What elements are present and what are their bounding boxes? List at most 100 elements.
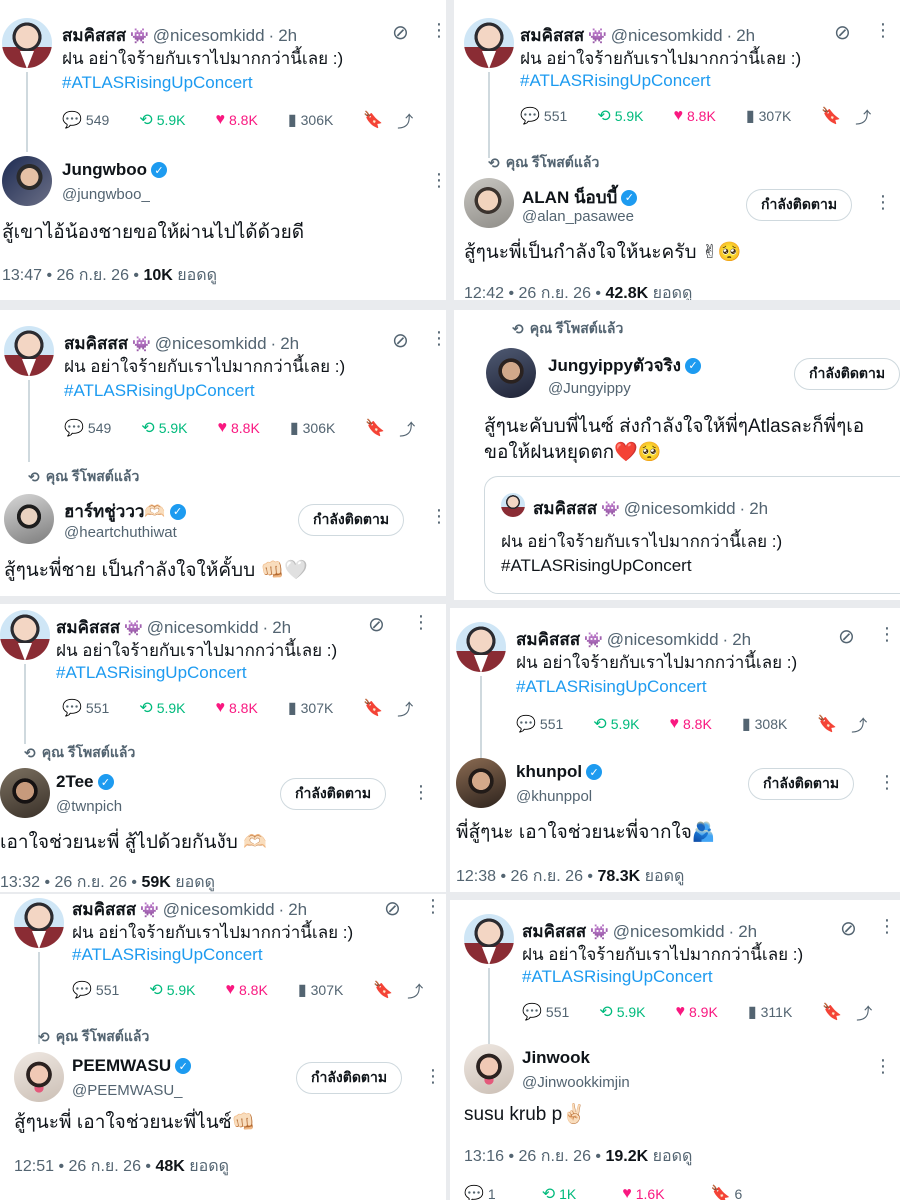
avatar[interactable]: [0, 768, 50, 818]
more-icon[interactable]: ⋮: [874, 192, 892, 213]
views-button[interactable]: ▮ 307K: [288, 698, 334, 718]
grok-icon[interactable]: ⊘: [834, 20, 851, 45]
more-icon[interactable]: ⋮: [878, 772, 896, 793]
share-button[interactable]: ⤴: [855, 104, 871, 128]
repost-button[interactable]: ⟲ 5.9K: [599, 1002, 645, 1022]
following-button[interactable]: กำลังติดตาม: [794, 358, 900, 390]
like-button[interactable]: ♥ 8.8K: [670, 715, 712, 733]
like-button[interactable]: ♥ 8.8K: [216, 111, 258, 129]
hashtag-link[interactable]: #ATLASRisingUpConcert: [72, 944, 263, 966]
author-name[interactable]: Jungwboo ✓: [62, 160, 167, 180]
share-button[interactable]: ⤴: [397, 108, 413, 132]
share-button[interactable]: ⤴: [856, 1000, 872, 1024]
more-icon[interactable]: ⋮: [878, 916, 896, 937]
hashtag-link[interactable]: #ATLASRisingUpConcert: [520, 70, 711, 92]
following-button[interactable]: กำลังติดตาม: [748, 768, 855, 800]
hashtag-link[interactable]: #ATLASRisingUpConcert: [64, 380, 255, 402]
views-button[interactable]: ▮ 307K: [298, 980, 344, 1000]
author-handle[interactable]: @Jungyippy: [548, 380, 631, 397]
author-name[interactable]: สมคิสสส 👾 @nicesomkidd · 2h: [72, 896, 307, 923]
bookmark-button[interactable]: 🔖: [363, 698, 383, 718]
views-button[interactable]: ▮ 311K: [748, 1002, 792, 1022]
like-button[interactable]: ♥ 8.9K: [676, 1003, 718, 1021]
more-icon[interactable]: ⋮: [424, 896, 442, 917]
hashtag-link[interactable]: #ATLASRisingUpConcert: [516, 676, 707, 698]
following-button[interactable]: กำลังติดตาม: [280, 778, 387, 810]
author-handle[interactable]: @alan_pasawee: [522, 208, 634, 225]
repost-button[interactable]: ⟲ 5.9K: [593, 714, 639, 734]
more-icon[interactable]: ⋮: [412, 782, 430, 803]
author-handle[interactable]: @heartchuthiwat: [64, 524, 177, 541]
author-name[interactable]: ALAN น็อบบี้ ✓: [522, 184, 638, 211]
more-icon[interactable]: ⋮: [430, 328, 446, 349]
author-handle[interactable]: @Jinwookkimjin: [522, 1074, 630, 1091]
share-button[interactable]: ⤴: [399, 416, 415, 440]
views-button[interactable]: ▮ 308K: [742, 714, 788, 734]
author-handle[interactable]: @jungwboo_: [62, 186, 150, 203]
repost-button[interactable]: ⟲ 5.9K: [139, 698, 185, 718]
following-button[interactable]: กำลังติดตาม: [296, 1062, 403, 1094]
repost-button[interactable]: ⟲ 5.9K: [141, 418, 187, 438]
avatar[interactable]: [456, 758, 506, 808]
bookmark-button[interactable]: 🔖: [822, 1002, 842, 1022]
avatar[interactable]: [4, 326, 54, 376]
more-icon[interactable]: ⋮: [874, 1056, 892, 1077]
bookmark-button[interactable]: 🔖: [373, 980, 393, 1000]
more-icon[interactable]: ⋮: [430, 506, 446, 527]
reply-button[interactable]: 💬 551: [72, 980, 119, 1000]
author-handle[interactable]: @PEEMWASU_: [72, 1082, 183, 1099]
avatar[interactable]: [464, 18, 514, 68]
following-button[interactable]: กำลังติดตาม: [298, 504, 405, 536]
reply-button[interactable]: 💬 551: [520, 106, 567, 126]
like-button[interactable]: ♥ 8.8K: [218, 419, 260, 437]
views-button[interactable]: ▮ 306K: [290, 418, 336, 438]
reply-button[interactable]: 💬 551: [522, 1002, 569, 1022]
repost-button[interactable]: ⟲ 5.9K: [139, 110, 185, 130]
avatar[interactable]: [464, 178, 514, 228]
like-button[interactable]: ♥ 1.6K: [622, 1185, 664, 1200]
author-name[interactable]: สมคิสสส 👾 @nicesomkidd · 2h: [56, 614, 291, 641]
avatar[interactable]: [0, 610, 50, 660]
grok-icon[interactable]: ⊘: [384, 896, 401, 921]
bookmark-button[interactable]: 🔖: [821, 106, 841, 126]
author-name[interactable]: สมคิสสส 👾 @nicesomkidd · 2h: [62, 22, 297, 49]
author-handle[interactable]: @twnpich: [56, 798, 122, 815]
author-name[interactable]: สมคิสสส 👾 @nicesomkidd · 2h: [516, 626, 751, 653]
like-button[interactable]: ♥ 8.8K: [674, 107, 716, 125]
more-icon[interactable]: ⋮: [430, 20, 446, 41]
avatar[interactable]: [464, 914, 514, 964]
like-button[interactable]: ♥ 8.8K: [226, 981, 268, 999]
grok-icon[interactable]: ⊘: [392, 328, 409, 353]
reply-button[interactable]: 💬 551: [62, 698, 109, 718]
repost-button[interactable]: ⟲ 5.9K: [149, 980, 195, 1000]
author-name[interactable]: สมคิสสส 👾 @nicesomkidd · 2h: [522, 918, 757, 945]
bookmark-button[interactable]: 🔖: [365, 418, 385, 438]
bookmark-button[interactable]: 🔖: [363, 110, 383, 130]
author-name[interactable]: PEEMWASU ✓: [72, 1056, 192, 1076]
reply-button[interactable]: 💬 1: [464, 1184, 496, 1200]
more-icon[interactable]: ⋮: [412, 612, 430, 633]
author-name[interactable]: Jungyippyตัวจริง ✓: [548, 352, 701, 379]
author-handle[interactable]: @khunppol: [516, 788, 592, 805]
following-button[interactable]: กำลังติดตาม: [746, 189, 853, 221]
bookmark-button[interactable]: 🔖: [817, 714, 837, 734]
like-button[interactable]: ♥ 8.8K: [216, 699, 258, 717]
bookmark-button[interactable]: 🔖 6: [711, 1184, 743, 1200]
share-button[interactable]: ⤴: [407, 978, 423, 1002]
author-name[interactable]: 2Tee ✓: [56, 772, 114, 792]
more-icon[interactable]: ⋮: [430, 170, 446, 191]
reply-button[interactable]: 💬 551: [516, 714, 563, 734]
more-icon[interactable]: ⋮: [424, 1066, 442, 1087]
reply-button[interactable]: 💬 549: [62, 110, 109, 130]
avatar[interactable]: [464, 1044, 514, 1094]
grok-icon[interactable]: ⊘: [840, 916, 857, 941]
hashtag-link[interactable]: #ATLASRisingUpConcert: [62, 72, 253, 94]
hashtag-link[interactable]: #ATLASRisingUpConcert: [56, 662, 247, 684]
grok-icon[interactable]: ⊘: [392, 20, 409, 45]
author-name[interactable]: สมคิสสส 👾 @nicesomkidd · 2h: [520, 22, 755, 49]
avatar[interactable]: [14, 1052, 64, 1102]
quote-card[interactable]: สมคิสสส 👾 @nicesomkidd · 2h ฝน อย่าใจร้ายกั…: [484, 476, 900, 594]
author-name[interactable]: ฮาร์ทชู่ววว🫶🏻 ✓: [64, 498, 186, 525]
avatar[interactable]: [2, 156, 52, 206]
hashtag-link[interactable]: #ATLASRisingUpConcert: [522, 966, 713, 988]
